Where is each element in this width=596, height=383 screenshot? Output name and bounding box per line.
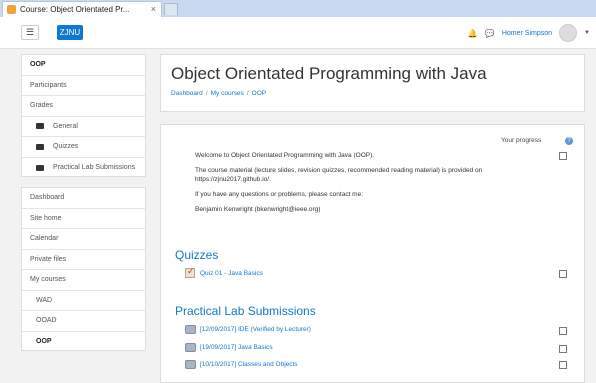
breadcrumb-my-courses[interactable]: My courses bbox=[211, 90, 244, 97]
completion-checkbox[interactable] bbox=[559, 327, 567, 335]
drawer-item-grades[interactable]: Grades bbox=[22, 96, 145, 117]
course-nav-block: OOP Participants Grades General Quizzes … bbox=[21, 54, 146, 177]
section-title-quizzes[interactable]: Quizzes bbox=[175, 248, 218, 262]
navbar: ☰ ZJNU 🔔 💬 Homer Simpson ▼ bbox=[0, 17, 596, 49]
message-icon[interactable]: 💬 bbox=[485, 29, 495, 38]
page-header: Object Orientated Programming with Java … bbox=[160, 54, 585, 112]
drawer-item-oop[interactable]: OOP bbox=[22, 55, 145, 76]
section-title-practical-lab[interactable]: Practical Lab Submissions bbox=[175, 304, 316, 318]
assignment-icon bbox=[185, 360, 196, 369]
drawer-item-quizzes[interactable]: Quizzes bbox=[22, 137, 145, 158]
bell-icon[interactable]: 🔔 bbox=[468, 29, 478, 38]
hamburger-icon: ☰ bbox=[25, 27, 35, 37]
drawer-item-label: Private files bbox=[30, 255, 67, 263]
drawer-item-practical-lab[interactable]: Practical Lab Submissions bbox=[22, 158, 145, 179]
tab-title: Course: Object Orientated Pr... bbox=[20, 5, 130, 14]
drawer-item-label: OOP bbox=[36, 338, 52, 346]
drawer-item-label: WAD bbox=[36, 296, 53, 304]
drawer-item-label: Quizzes bbox=[53, 143, 79, 151]
summary-line: If you have any questions or problems, p… bbox=[195, 191, 364, 198]
drawer-item-private-files[interactable]: Private files bbox=[22, 250, 145, 270]
drawer-item-label: OOAD bbox=[36, 317, 57, 325]
chevron-down-icon[interactable]: ▼ bbox=[584, 30, 590, 36]
page-title: Object Orientated Programming with Java bbox=[171, 64, 487, 83]
assignment-icon bbox=[185, 325, 196, 334]
drawer-item-course-oop[interactable]: OOP bbox=[22, 332, 145, 353]
drawer-item-label: Practical Lab Submissions bbox=[53, 164, 136, 172]
activity-assignment[interactable]: [10/10/2017] Classes and Objects bbox=[185, 360, 298, 369]
progress-label: Your progress bbox=[501, 137, 542, 144]
activity-assignment[interactable]: [12/09/2017] IDE (Verified by Lecturer) bbox=[185, 325, 311, 334]
username[interactable]: Homer Simpson bbox=[502, 30, 552, 37]
drawer-item-label: Dashboard bbox=[30, 194, 65, 202]
breadcrumb-oop[interactable]: OOP bbox=[252, 90, 266, 97]
drawer-item-label: OOP bbox=[30, 61, 46, 69]
drawer-toggle-button[interactable]: ☰ bbox=[21, 25, 39, 40]
folder-icon bbox=[36, 164, 44, 171]
tab-close-icon[interactable]: × bbox=[151, 4, 156, 14]
breadcrumb: Dashboard / My courses / OOP bbox=[171, 90, 267, 97]
favicon-icon bbox=[7, 5, 16, 14]
new-tab-button[interactable] bbox=[164, 3, 178, 15]
drawer-item-participants[interactable]: Participants bbox=[22, 76, 145, 96]
summary-line: Welcome to Object Orientated Programming… bbox=[195, 152, 375, 159]
drawer-item-dashboard[interactable]: Dashboard bbox=[22, 188, 145, 209]
drawer-item-label: General bbox=[53, 122, 78, 130]
activity-label: [19/09/2017] Java Basics bbox=[200, 344, 273, 351]
drawer-item-course-wad[interactable]: WAD bbox=[22, 291, 145, 311]
nav-drawer: OOP Participants Grades General Quizzes … bbox=[0, 49, 150, 383]
drawer-item-label: Grades bbox=[30, 102, 53, 110]
activity-quiz[interactable]: Quiz 01 - Java Basics bbox=[185, 266, 263, 278]
help-icon[interactable]: ? bbox=[565, 137, 573, 145]
avatar[interactable] bbox=[559, 24, 578, 42]
user-menu-area: 🔔 💬 Homer Simpson ▼ bbox=[468, 24, 590, 42]
site-brand[interactable]: ZJNU bbox=[57, 25, 83, 40]
drawer-item-label: My courses bbox=[30, 276, 66, 284]
summary-line: The course material (lecture slides, rev… bbox=[195, 167, 483, 183]
breadcrumb-dashboard[interactable]: Dashboard bbox=[171, 90, 203, 97]
browser-tab[interactable]: Course: Object Orientated Pr... × bbox=[2, 1, 162, 17]
folder-icon bbox=[36, 123, 44, 130]
activity-label: [12/09/2017] IDE (Verified by Lecturer) bbox=[200, 326, 311, 333]
activity-label: [10/10/2017] Classes and Objects bbox=[200, 361, 298, 368]
drawer-item-my-courses[interactable]: My courses bbox=[22, 270, 145, 291]
folder-icon bbox=[36, 143, 44, 150]
completion-checkbox[interactable] bbox=[559, 152, 567, 160]
drawer-item-site-home[interactable]: Site home bbox=[22, 209, 145, 229]
browser-tabstrip: Course: Object Orientated Pr... × bbox=[0, 0, 596, 17]
course-summary: Welcome to Object Orientated Programming… bbox=[195, 151, 515, 220]
activity-assignment[interactable]: [19/09/2017] Java Basics bbox=[185, 343, 273, 352]
drawer-item-course-ooad[interactable]: OOAD bbox=[22, 311, 145, 332]
quiz-icon bbox=[185, 266, 195, 278]
completion-checkbox[interactable] bbox=[559, 270, 567, 278]
course-content: Your progress ? Welcome to Object Orient… bbox=[160, 124, 585, 383]
drawer-item-label: Participants bbox=[30, 81, 67, 89]
summary-line: Benjamin Kenwright (bkenwright@ieee.org) bbox=[195, 206, 321, 213]
site-nav-block: Dashboard Site home Calendar Private fil… bbox=[21, 187, 146, 351]
drawer-item-calendar[interactable]: Calendar bbox=[22, 229, 145, 250]
assignment-icon bbox=[185, 343, 196, 352]
activity-label: Quiz 01 - Java Basics bbox=[200, 269, 263, 277]
drawer-item-label: Calendar bbox=[30, 235, 59, 243]
drawer-item-general[interactable]: General bbox=[22, 117, 145, 137]
completion-checkbox[interactable] bbox=[559, 361, 567, 369]
completion-checkbox[interactable] bbox=[559, 345, 567, 353]
drawer-item-label: Site home bbox=[30, 214, 62, 222]
